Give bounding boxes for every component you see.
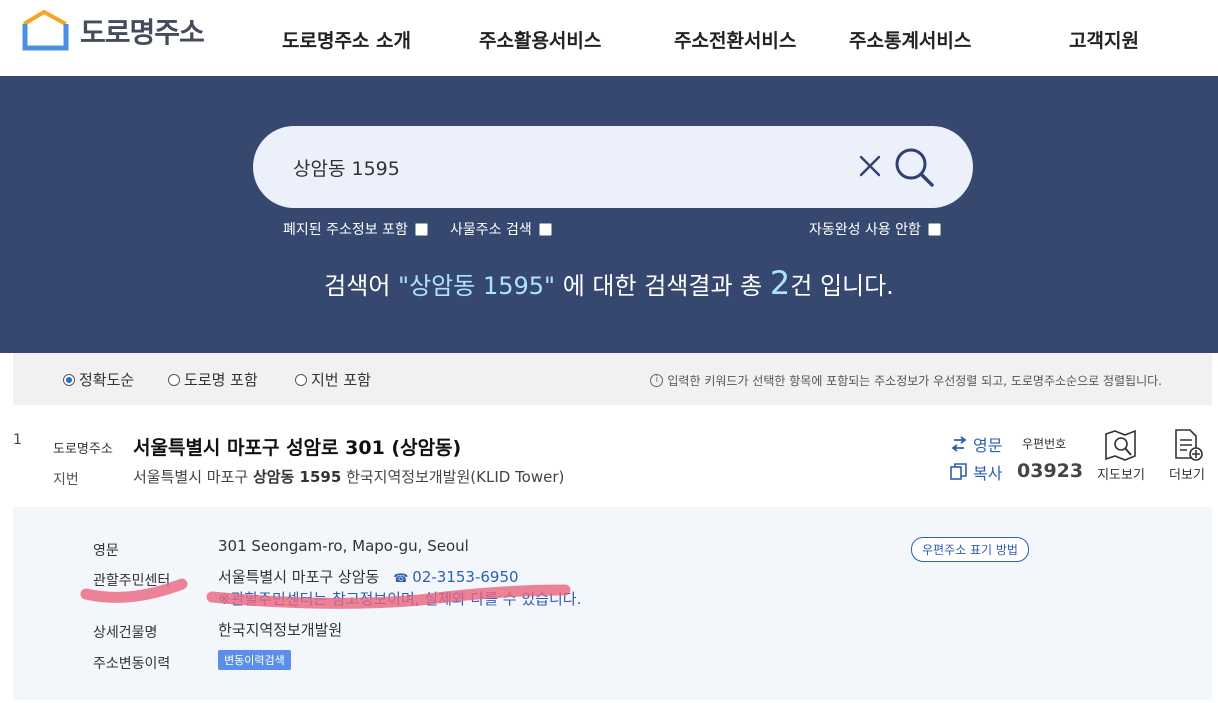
nav-item-services[interactable]: 주소활용서비스 (479, 26, 601, 53)
nav-item-conversion[interactable]: 주소전환서비스 (674, 26, 796, 53)
road-address: 서울특별시 마포구 성암로 301 (상암동) (133, 437, 462, 459)
option-abolished: 폐지된 주소정보 포함 (283, 219, 428, 239)
nav-item-statistics[interactable]: 주소통계서비스 (849, 26, 971, 53)
jibun-address: 서울특별시 마포구 상암동 1595 한국지역정보개발원(KLID Tower) (133, 466, 564, 487)
zip-code: 03923 (1017, 460, 1084, 482)
jibun-highlight: 상암동 1595 (252, 468, 342, 486)
map-search-icon (1105, 429, 1136, 461)
sort-note-text: 입력한 키워드가 선택한 항목에 포함되는 주소정보가 우선정렬 되고, 도로명… (667, 374, 1162, 388)
radio-icon (295, 373, 307, 386)
info-icon: i (650, 374, 664, 387)
sort-option-label: 도로명 포함 (184, 371, 258, 389)
search-box (253, 126, 973, 208)
radio-icon (168, 373, 180, 386)
swap-icon (951, 436, 967, 452)
sort-option-label: 정확도순 (79, 371, 135, 389)
sort-option-label: 지번 포함 (311, 371, 371, 389)
option-thing-address-label: 사물주소 검색 (450, 222, 532, 238)
sort-bar: 정확도순 도로명 포함 지번 포함 i 입력한 키워드가 선택한 항목에 포함되… (13, 353, 1212, 405)
history-search-button[interactable]: 변동이력검색 (218, 650, 291, 670)
clear-icon[interactable] (855, 151, 885, 181)
result-count: 2 (769, 264, 791, 302)
english-button-label: 영문 (973, 436, 1003, 455)
english-address: 301 Seongam-ro, Mapo-gu, Seoul (218, 537, 469, 555)
road-address-label: 도로명주소 (53, 442, 113, 457)
site-header: 도로명주소 도로명주소 소개 주소활용서비스 주소전환서비스 주소통계서비스 고… (0, 0, 1218, 76)
search-input[interactable] (293, 150, 833, 184)
option-autocomplete-checkbox[interactable] (927, 222, 941, 236)
zip-label: 우편번호 (1022, 437, 1067, 451)
result-keyword: "상암동 1595" (398, 272, 556, 300)
map-view-label: 지도보기 (1097, 468, 1145, 483)
option-autocomplete: 자동완성 사용 안함 (809, 219, 941, 239)
search-hero: 폐지된 주소정보 포함 사물주소 검색 자동완성 사용 안함 검색어 "상암동 … (0, 76, 1218, 353)
more-button[interactable]: 더보기 (1157, 428, 1217, 483)
copy-button[interactable]: 복사 (950, 460, 1002, 484)
document-plus-icon (1175, 429, 1203, 461)
zip-guide-button[interactable]: 우편주소 표기 방법 (911, 537, 1029, 562)
sort-option-road[interactable]: 도로명 포함 (168, 369, 258, 390)
center-phone-number: 02-3153-6950 (412, 568, 519, 586)
building-label: 상세건물명 (93, 625, 158, 641)
result-prefix: 검색어 (324, 272, 399, 300)
building-value: 한국지역정보개발원 (218, 621, 343, 639)
center-name: 서울특별시 마포구 상암동 (218, 568, 380, 586)
sort-note: i 입력한 키워드가 선택한 항목에 포함되는 주소정보가 우선정렬 되고, 도… (650, 372, 1162, 389)
sort-option-accuracy[interactable]: 정확도순 (63, 369, 134, 390)
option-thing-address-checkbox[interactable] (538, 222, 552, 236)
english-label: 영문 (93, 543, 119, 559)
search-icon[interactable] (893, 146, 935, 188)
center-note: ※관할주민센터는 참고정보이며, 실제와 다를 수 있습니다. (218, 590, 582, 608)
sort-option-jibun[interactable]: 지번 포함 (295, 369, 371, 390)
jibun-label: 지번 (53, 472, 79, 488)
map-view-button[interactable]: 지도보기 (1091, 428, 1151, 483)
result-summary: 검색어 "상암동 1595" 에 대한 검색결과 총 2건 입니다. (0, 264, 1218, 302)
more-label: 더보기 (1169, 468, 1205, 483)
nav-item-intro[interactable]: 도로명주소 소개 (282, 26, 411, 53)
jibun-suffix: 한국지역정보개발원(KLID Tower) (341, 468, 565, 486)
center-phone[interactable]: ☎ 02-3153-6950 (393, 568, 518, 586)
option-abolished-checkbox[interactable] (414, 222, 428, 236)
copy-icon (950, 463, 967, 480)
option-abolished-label: 폐지된 주소정보 포함 (283, 222, 408, 238)
copy-button-label: 복사 (973, 464, 1003, 483)
result-number: 1 (13, 432, 22, 448)
center-label: 관할주민센터 (93, 573, 171, 589)
option-thing-address: 사물주소 검색 (450, 219, 552, 239)
phone-icon: ☎ (393, 571, 409, 585)
center-value: 서울특별시 마포구 상암동 ☎ 02-3153-6950 (218, 566, 519, 587)
main-nav: 도로명주소 소개 주소활용서비스 주소전환서비스 주소통계서비스 고객지원 (0, 26, 1218, 56)
jibun-prefix: 서울특별시 마포구 (133, 468, 253, 486)
history-label: 주소변동이력 (93, 656, 171, 672)
option-autocomplete-label: 자동완성 사용 안함 (809, 222, 921, 238)
english-button[interactable]: 영문 (950, 432, 1002, 456)
nav-item-support[interactable]: 고객지원 (1069, 26, 1139, 53)
detail-panel: 영문 301 Seongam-ro, Mapo-gu, Seoul 관할주민센터… (13, 507, 1212, 700)
result-middle: 에 대한 검색결과 총 (555, 272, 770, 300)
result-suffix: 건 입니다. (790, 272, 894, 300)
radio-selected-icon (63, 373, 75, 386)
